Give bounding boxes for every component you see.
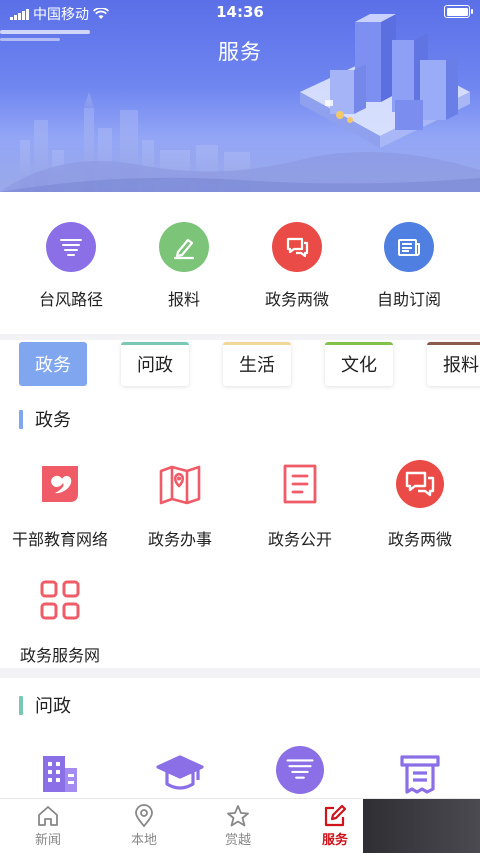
- tab-accent-bar: [121, 342, 189, 345]
- inquiry-item[interactable]: [361, 750, 479, 798]
- service-gov-service-network[interactable]: 政务服务网: [1, 576, 119, 666]
- inquiry-item[interactable]: [121, 750, 239, 798]
- tab-accent-bar: [325, 342, 393, 345]
- section-inquiry: 问政: [0, 678, 480, 808]
- nav-appreciate[interactable]: 赏越: [198, 803, 278, 848]
- nav-label: 新闻: [34, 833, 61, 848]
- quick-tool-label: 自助订阅: [376, 290, 441, 309]
- typhoon-icon: [276, 746, 324, 794]
- service-gov-wechat[interactable]: 政务两微: [361, 460, 479, 550]
- tab-gov-affairs[interactable]: 政务: [19, 342, 87, 386]
- section-accent-bar: [19, 409, 23, 429]
- page-title: 服务: [218, 40, 262, 64]
- section-accent-bar: [19, 695, 23, 715]
- service-label: 干部教育网络: [11, 530, 108, 549]
- section-header: 政务: [19, 406, 71, 432]
- home-icon: [8, 803, 88, 829]
- category-tabs: 政务 问政 生活 文化 报料: [0, 340, 480, 396]
- tab-report[interactable]: 报料: [427, 342, 480, 386]
- inquiry-item[interactable]: [241, 746, 359, 794]
- building-icon: [36, 750, 84, 798]
- document-icon: [276, 460, 324, 508]
- header-banner: 中国移动 14:36 服务: [0, 0, 480, 192]
- nav-news[interactable]: 新闻: [8, 803, 88, 848]
- service-label: 政务两微: [387, 530, 452, 549]
- tab-label: 问政: [137, 355, 173, 376]
- service-cadre-education[interactable]: 干部教育网络: [1, 460, 119, 550]
- tab-inquiry[interactable]: 问政: [121, 342, 189, 386]
- tab-life[interactable]: 生活: [223, 342, 291, 386]
- tab-label: 文化: [341, 355, 377, 376]
- quick-tool-label: 报料: [167, 290, 200, 309]
- section-title: 政务: [35, 410, 71, 431]
- battery-icon: [444, 5, 473, 18]
- graduation-cap-icon: [156, 750, 204, 798]
- ticket-printer-icon: [396, 750, 444, 798]
- banner-stripe: [0, 30, 90, 34]
- tab-label: 政务: [35, 355, 71, 376]
- pencil-icon: [159, 222, 209, 272]
- typhoon-icon: [46, 222, 96, 272]
- nav-label: 赏越: [224, 833, 251, 848]
- quick-tool-label: 政务两微: [264, 290, 329, 309]
- status-bar: 中国移动 14:36: [0, 0, 480, 24]
- star-icon: [198, 803, 278, 829]
- quick-tool-gov-wechat[interactable]: 政务两微: [240, 222, 354, 310]
- tab-label: 生活: [239, 355, 275, 376]
- service-gov-handling[interactable]: 政务办事: [121, 460, 239, 550]
- tab-label: 报料: [443, 355, 479, 376]
- nav-label: 本地: [130, 833, 157, 848]
- chat-bubbles-icon: [272, 222, 322, 272]
- map-pin-icon: [156, 460, 204, 508]
- inquiry-item[interactable]: [1, 750, 119, 798]
- quick-tool-report[interactable]: 报料: [127, 222, 241, 310]
- service-label: 政务服务网: [19, 646, 100, 665]
- section-header: 问政: [19, 692, 71, 718]
- grid-apps-icon: [36, 576, 84, 624]
- newspaper-icon: [384, 222, 434, 272]
- city-skyline-illustration: [0, 14, 480, 192]
- education-heart-icon: [36, 460, 84, 508]
- nav-local[interactable]: 本地: [104, 803, 184, 848]
- status-time: 14:36: [216, 3, 264, 21]
- chat-bubbles-icon: [396, 460, 444, 508]
- quick-tools-panel: 台风路径 报料 政务两微 自助订阅: [0, 192, 480, 334]
- service-label: 政务公开: [267, 530, 332, 549]
- quick-tool-typhoon-path[interactable]: 台风路径: [14, 222, 128, 310]
- dark-overlay-corner: [363, 799, 480, 853]
- tab-accent-bar: [223, 342, 291, 345]
- quick-tool-label: 台风路径: [38, 290, 103, 309]
- service-gov-disclosure[interactable]: 政务公开: [241, 460, 359, 550]
- quick-tool-subscription[interactable]: 自助订阅: [352, 222, 466, 310]
- location-pin-icon: [104, 803, 184, 829]
- section-title: 问政: [35, 696, 71, 717]
- bottom-navigation: 新闻 本地 赏越 服务: [0, 798, 480, 853]
- tab-accent-bar: [427, 342, 480, 345]
- service-label: 政务办事: [147, 530, 212, 549]
- tab-culture[interactable]: 文化: [325, 342, 393, 386]
- section-gov-affairs: 政务 干部教育网络 政务办事 政务公开 政务两微 政务服务网: [0, 396, 480, 668]
